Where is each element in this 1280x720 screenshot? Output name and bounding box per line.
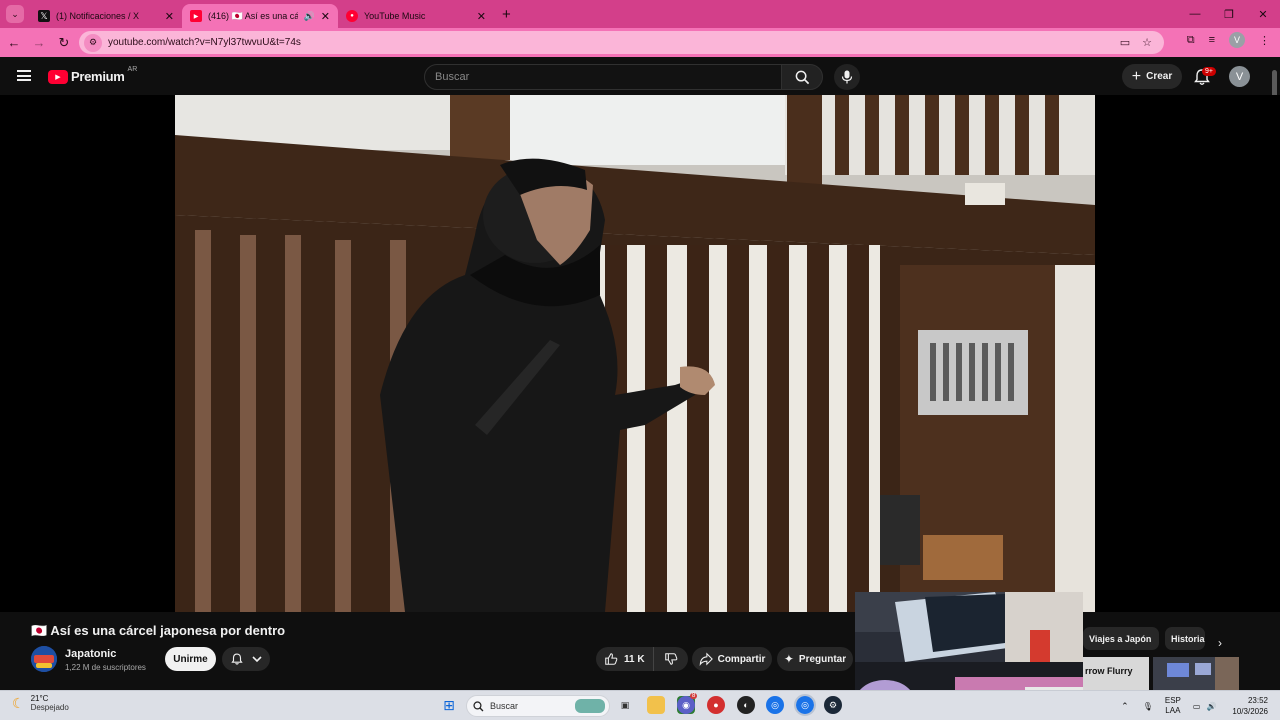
subscriber-count: 1,22 M de suscriptores	[65, 663, 146, 672]
system-tray: ⌃ 🎙 ESP LAA ▭ 🔊 23:52 10/3/2026	[1121, 695, 1268, 717]
red-app-icon[interactable]: ●	[707, 696, 725, 714]
back-icon[interactable]: ←	[3, 35, 25, 50]
youtube-icon: ▶	[190, 10, 202, 22]
browser-toolbar: ← → ↻ ⚙ youtube.com/watch?v=N7yl37twvuU&…	[0, 28, 1280, 57]
close-tab-icon[interactable]: ✕	[321, 10, 330, 23]
window-controls: — ❐ ✕	[1178, 0, 1280, 28]
restore-icon[interactable]: ❐	[1212, 8, 1246, 21]
site-info-icon[interactable]: ⚙	[84, 33, 102, 52]
notifications-badge: 9+	[1202, 67, 1216, 76]
chevron-right-icon[interactable]: ›	[1218, 636, 1222, 650]
browser-tab-bar: ⌄ 𝕏 (1) Notificaciones / X ✕ ▶ (416) 🇯🇵 …	[0, 0, 1280, 28]
tab-youtube-music[interactable]: ● YouTube Music ✕	[338, 4, 494, 28]
ask-button[interactable]: ✦ Preguntar	[777, 647, 853, 671]
profile-avatar[interactable]: V	[1229, 32, 1245, 48]
extensions-icon[interactable]: ⧉	[1187, 34, 1195, 47]
thumbnail-video[interactable]	[1153, 657, 1239, 690]
x-logo-icon: 𝕏	[38, 10, 50, 22]
like-button[interactable]: 11 K	[596, 647, 654, 671]
reload-icon[interactable]: ↻	[53, 35, 75, 51]
video-frame[interactable]	[175, 95, 1095, 612]
bell-icon	[231, 653, 243, 665]
search-icon	[795, 70, 809, 84]
close-tab-icon[interactable]: ✕	[165, 10, 174, 23]
dislike-button[interactable]	[654, 652, 688, 666]
cast-icon[interactable]: ▭	[1120, 36, 1130, 49]
thumbnail-arrow-flurry[interactable]: rrow Flurry	[1083, 657, 1149, 690]
thumbs-down-icon	[665, 653, 678, 665]
video-title: 🇯🇵 Así es una cárcel japonesa por dentro	[31, 623, 286, 638]
taskbar-search[interactable]: Buscar	[466, 695, 610, 717]
url-text[interactable]: youtube.com/watch?v=N7yl37twvuU&t=74s	[108, 37, 1120, 48]
microphone-icon	[841, 70, 853, 84]
volume-icon[interactable]: 🔊	[1206, 702, 1216, 711]
channel-logo-icon	[31, 646, 57, 672]
new-tab-button[interactable]: +	[502, 6, 511, 23]
file-explorer-icon[interactable]	[647, 696, 665, 714]
share-icon	[699, 652, 713, 666]
chrome-icon[interactable]: ◎	[766, 696, 784, 714]
share-button[interactable]: Compartir	[692, 647, 772, 671]
chip-viajes-japon[interactable]: Viajes a Japón	[1083, 627, 1159, 650]
voice-search-button[interactable]	[834, 64, 860, 90]
windows-taskbar: ☾ 21°C Despejado ⊞ Buscar ▣ ◉ 8 ● ◐ ◎ ◎ …	[0, 690, 1280, 720]
discord-badge: 8	[690, 693, 698, 699]
youtube-premium-logo[interactable]: ▶ Premium AR	[48, 66, 137, 84]
browser-menu-icon[interactable]: ⋮	[1259, 34, 1270, 47]
speaker-icon[interactable]: 🔊	[304, 11, 315, 22]
account-avatar[interactable]: V	[1229, 66, 1250, 87]
youtube-music-icon: ●	[346, 10, 358, 22]
weather-widget[interactable]: ☾ 21°C Despejado	[12, 694, 69, 712]
chrome-active-icon[interactable]: ◎	[794, 694, 816, 716]
sparkle-icon: ✦	[783, 652, 794, 666]
search-highlight-icon	[575, 699, 605, 713]
address-bar[interactable]: ⚙ youtube.com/watch?v=N7yl37twvuU&t=74s …	[79, 31, 1164, 54]
tab-youtube-video[interactable]: ▶ (416) 🇯🇵 Así es una cárcel jap 🔊 ✕	[182, 4, 338, 28]
related-chips: Viajes a Japón Historia	[1083, 627, 1280, 651]
video-player[interactable]	[0, 95, 1280, 612]
channel-name[interactable]: Japatonic	[65, 648, 116, 660]
video-info: 🇯🇵 Así es una cárcel japonesa por dentro…	[0, 612, 855, 690]
clock[interactable]: 23:52 10/3/2026	[1232, 695, 1268, 717]
menu-icon[interactable]	[17, 70, 31, 81]
video-frame-image	[175, 95, 1095, 612]
channel-avatar[interactable]	[31, 646, 57, 672]
chevron-up-icon[interactable]: ⌃	[1121, 701, 1129, 712]
join-button[interactable]: Unirme	[165, 647, 216, 671]
moon-icon: ☾	[12, 694, 25, 711]
dark-app-icon[interactable]: ◐	[737, 696, 755, 714]
create-button[interactable]: + Crear	[1122, 64, 1182, 89]
youtube-play-icon: ▶	[48, 69, 68, 84]
minimize-icon[interactable]: —	[1178, 8, 1212, 20]
media-controls-icon[interactable]: ≡	[1209, 34, 1215, 46]
thumbs-up-icon	[605, 653, 618, 665]
search-button[interactable]	[781, 64, 823, 90]
search-icon	[473, 700, 484, 711]
subscription-bell-button[interactable]	[222, 647, 270, 671]
like-dislike-group: 11 K	[596, 647, 688, 671]
tab-search-button[interactable]: ⌄	[6, 5, 24, 23]
steam-icon[interactable]: ⚙	[824, 696, 842, 714]
task-view-icon[interactable]: ▣	[616, 696, 634, 714]
bookmark-star-icon[interactable]: ☆	[1142, 36, 1152, 49]
youtube-header: ▶ Premium AR Buscar + Crear 9+ V	[0, 57, 1280, 95]
display-icon[interactable]: ▭	[1193, 702, 1201, 711]
windows-start-icon[interactable]: ⊞	[440, 696, 458, 714]
plus-icon: +	[1131, 67, 1142, 85]
chip-historia[interactable]: Historia	[1165, 627, 1205, 650]
search-input[interactable]: Buscar	[424, 64, 782, 90]
close-tab-icon[interactable]: ✕	[477, 10, 486, 23]
tab-x-notifications[interactable]: 𝕏 (1) Notificaciones / X ✕	[30, 4, 182, 28]
forward-icon[interactable]: →	[28, 35, 50, 50]
close-window-icon[interactable]: ✕	[1246, 8, 1280, 21]
related-thumbnails: rrow Flurry	[1083, 657, 1280, 690]
thumbnail-image	[1153, 657, 1239, 690]
chevron-down-icon	[252, 656, 262, 663]
language-indicator[interactable]: ESP LAA	[1165, 696, 1181, 716]
microphone-tray-icon[interactable]: 🎙	[1143, 702, 1153, 711]
